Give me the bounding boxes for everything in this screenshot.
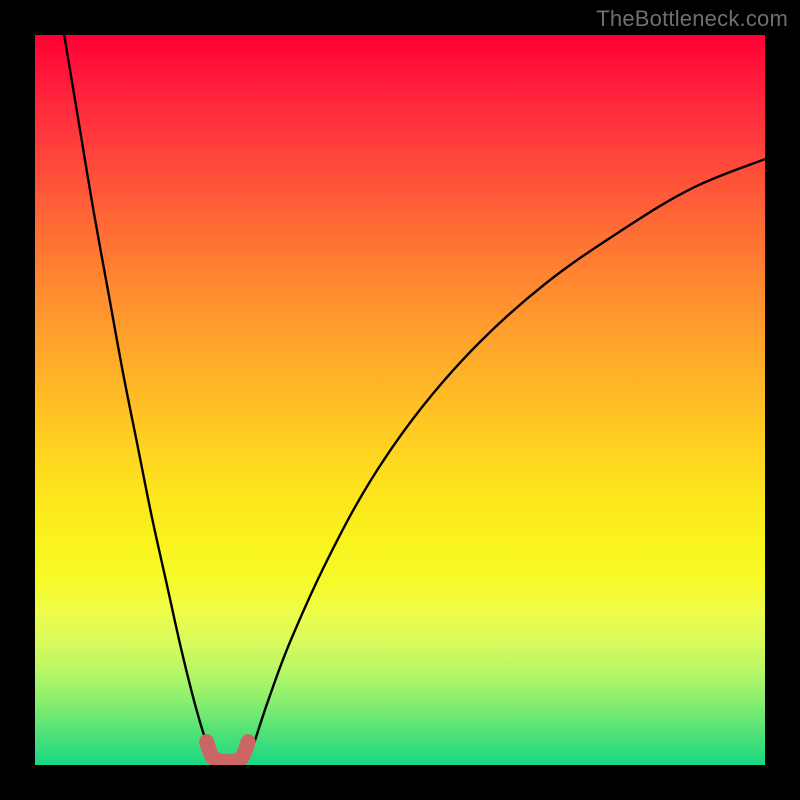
curve-left-branch — [64, 35, 214, 761]
chart-frame: TheBottleneck.com — [0, 0, 800, 800]
curve-right-branch — [247, 159, 765, 761]
chart-curves — [35, 35, 765, 765]
watermark-text: TheBottleneck.com — [596, 6, 788, 32]
curve-trough-accent — [207, 742, 249, 762]
plot-area — [35, 35, 765, 765]
